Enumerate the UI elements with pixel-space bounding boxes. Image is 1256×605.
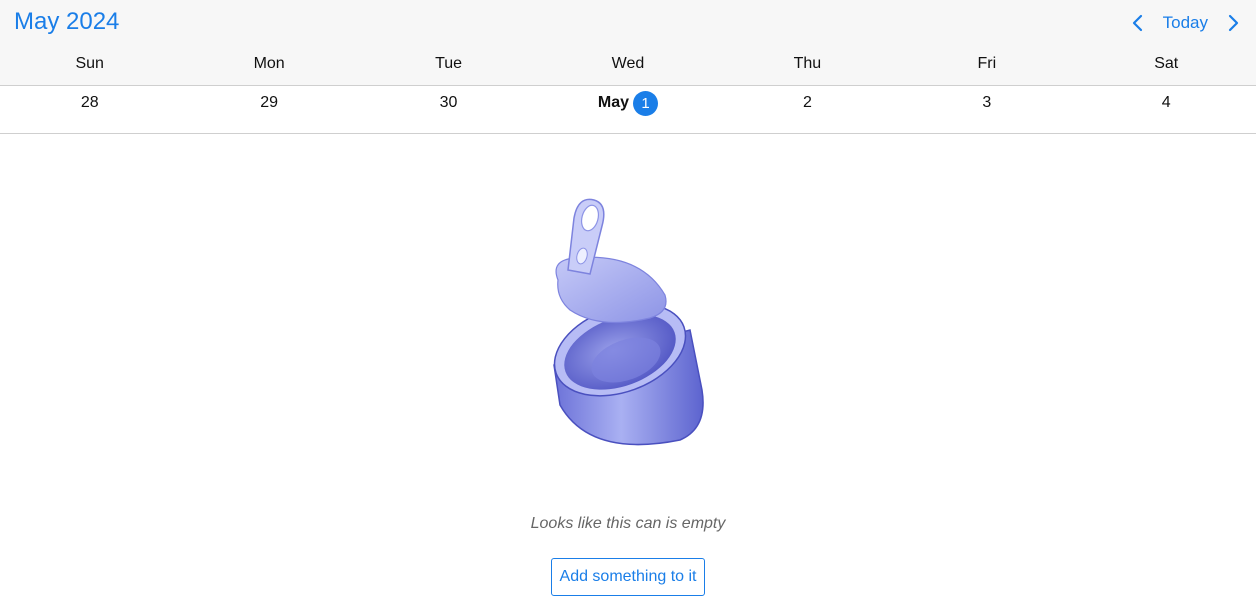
day-cell-today[interactable]: May 1 [538,86,717,120]
weekday-thu: Thu [793,55,822,72]
weekday-wed: Wed [611,55,645,72]
day-cell-mon[interactable]: 29 [179,86,358,120]
day-cell-sat[interactable]: 4 [1077,86,1256,120]
day-cell-thu[interactable]: 2 [718,86,897,120]
calendar-header: May 2024 Today Sun Mon Tue Wed Thu Fri S… [0,0,1256,86]
today-date-badge: 1 [633,90,659,116]
today-month-label: May [597,94,630,111]
week-row: 28 29 30 May 1 2 3 4 [0,86,1256,134]
previous-week-button[interactable] [1125,10,1151,36]
empty-state-message: Looks like this can is empty [530,515,726,532]
weekday-sat: Sat [1154,55,1179,72]
weekday-mon: Mon [253,55,285,72]
month-title[interactable]: May 2024 [14,8,119,36]
chevron-right-icon [1228,14,1239,32]
next-week-button[interactable] [1220,10,1246,36]
day-cell-fri[interactable]: 3 [897,86,1076,120]
day-cell-sun[interactable]: 28 [0,86,179,120]
weekday-fri: Fri [977,55,997,72]
empty-can-illustration [553,198,704,446]
today-button[interactable]: Today [1159,13,1212,33]
add-something-button[interactable]: Add something to it [551,558,705,596]
weekday-header-row: Sun Mon Tue Wed Thu Fri Sat [0,52,1256,76]
day-cell-tue[interactable]: 30 [359,86,538,120]
week-navigation: Today [1125,10,1246,36]
weekday-sun: Sun [75,55,104,72]
chevron-left-icon [1132,14,1142,32]
weekday-tue: Tue [435,55,463,72]
